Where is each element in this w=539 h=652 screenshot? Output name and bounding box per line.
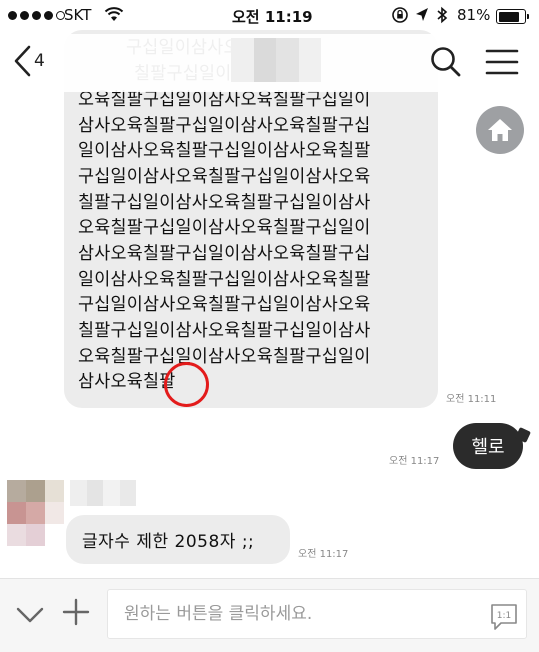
battery-icon bbox=[496, 9, 529, 24]
message-line: 칠팔구십일이삼사오육칠팔구십일이삼사 bbox=[78, 320, 371, 341]
rotation-lock-icon bbox=[391, 6, 409, 28]
message-line: 구십일이삼사오육칠팔구십일이삼사오육 bbox=[78, 295, 371, 316]
message-line: 일이삼사오육칠팔구십일이삼사오육칠팔 bbox=[78, 269, 371, 290]
avatar[interactable] bbox=[7, 480, 64, 546]
location-arrow-icon bbox=[414, 6, 430, 28]
menu-button[interactable] bbox=[482, 42, 522, 82]
status-bar: SKT 오전 11:19 81% bbox=[0, 0, 539, 34]
back-button[interactable]: 4 bbox=[12, 43, 62, 79]
one-on-one-label: 1:1 bbox=[497, 611, 511, 621]
message-time: 오전 11:17 bbox=[389, 456, 440, 467]
message-line: 삼사오육칠팔 bbox=[78, 372, 176, 393]
wifi-icon bbox=[104, 6, 124, 26]
input-bar: 1:1 bbox=[0, 578, 539, 652]
message-line: 삼사오육칠팔구십일이삼사오육칠팔구십 bbox=[78, 243, 371, 264]
search-button[interactable] bbox=[426, 42, 466, 82]
bluetooth-icon bbox=[436, 6, 448, 28]
message-line: 구십일이삼사오육칠팔구십일이삼사오육 bbox=[78, 166, 371, 187]
chat-header: 4 bbox=[0, 34, 539, 92]
message-bubble-incoming: 글자수 제한 2058자 ;; bbox=[66, 515, 290, 564]
message-text: 글자수 제한 2058자 ;; bbox=[82, 532, 255, 552]
add-attachment-button[interactable] bbox=[60, 596, 92, 628]
message-line: 삼사오육칠팔구십일이삼사오육칠팔구십 bbox=[78, 115, 371, 136]
home-button[interactable] bbox=[476, 106, 524, 154]
menu-icon bbox=[485, 49, 519, 75]
battery-percent: 81% bbox=[457, 6, 491, 24]
message-text: 헬로 bbox=[471, 437, 505, 458]
collapse-button[interactable] bbox=[14, 599, 46, 631]
unread-count: 4 bbox=[34, 51, 45, 71]
signal-strength-icon bbox=[8, 11, 65, 20]
message-line: 일이삼사오육칠팔구십일이삼사오육칠팔 bbox=[78, 141, 371, 162]
status-time: 오전 11:19 bbox=[232, 8, 313, 26]
message-line: 오육칠팔구십일이삼사오육칠팔구십일이 bbox=[78, 218, 371, 239]
home-icon bbox=[488, 119, 512, 141]
one-on-one-button[interactable]: 1:1 bbox=[489, 602, 519, 632]
message-time: 오전 11:11 bbox=[446, 394, 497, 405]
chevron-down-icon bbox=[16, 607, 44, 623]
plus-icon bbox=[62, 598, 90, 626]
search-icon bbox=[431, 47, 461, 77]
chat-bubble-icon: 1:1 bbox=[491, 604, 517, 630]
message-time: 오전 11:17 bbox=[298, 549, 349, 560]
message-line: 칠팔구십일이삼사오육칠팔구십일이삼사 bbox=[78, 192, 371, 213]
battery-fill bbox=[498, 11, 519, 22]
carrier-name: SKT bbox=[64, 6, 92, 24]
message-line: 오육칠팔구십일이삼사오육칠팔구십일이 bbox=[78, 346, 371, 367]
highlight-circle bbox=[164, 362, 209, 407]
chat-title-redacted[interactable] bbox=[231, 38, 321, 82]
message-bubble-outgoing: 헬로 bbox=[453, 423, 523, 469]
message-text: 구십일이삼사오칠팔구십일이삼오육칠팔구십일이삼사오육칠팔구십일이삼사오육칠팔구십… bbox=[78, 38, 428, 396]
back-chevron-icon bbox=[14, 45, 31, 77]
message-input[interactable] bbox=[107, 589, 527, 639]
sender-name-redacted bbox=[70, 480, 136, 506]
